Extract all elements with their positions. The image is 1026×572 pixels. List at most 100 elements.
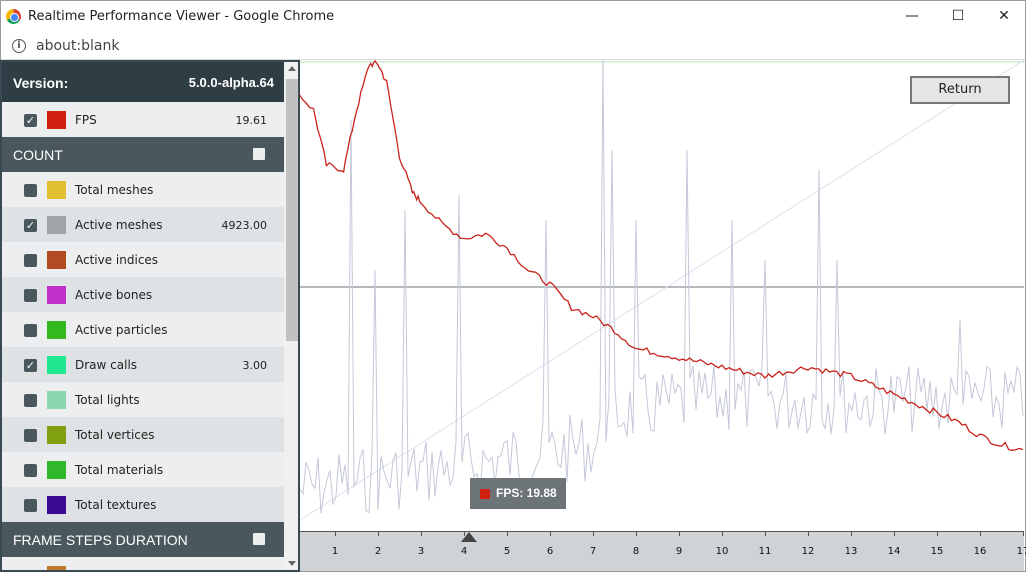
frame-steps-section-header[interactable]: FRAME STEPS DURATION (2, 522, 284, 557)
color-swatch (47, 566, 66, 570)
list-item[interactable]: Active bones (2, 277, 284, 312)
scroll-up-arrow-icon[interactable] (288, 66, 296, 71)
list-item[interactable]: Active indices (2, 242, 284, 277)
row-label: Active bones (75, 288, 153, 302)
row-value: 4923.00 (221, 219, 268, 232)
row-value: 3.00 (242, 359, 268, 372)
list-item[interactable]: ✓ Draw calls 3.00 (2, 347, 284, 382)
tick-mark (937, 532, 938, 536)
chart-svg (300, 60, 1024, 521)
fps-tooltip: FPS: 19.88 (470, 478, 566, 509)
info-icon[interactable]: i (12, 39, 26, 53)
scroll-down-arrow-icon[interactable] (288, 561, 296, 566)
tick-mark (421, 532, 422, 536)
version-label: Version: (13, 75, 69, 91)
version-header: Version: 5.0.0-alpha.64 (2, 62, 284, 102)
tick-label: 7 (589, 546, 597, 557)
tick-label: 11 (758, 546, 772, 557)
time-pointer-icon[interactable] (461, 532, 477, 542)
list-item[interactable]: Total vertices (2, 417, 284, 452)
tick-label: 8 (632, 546, 640, 557)
diagonal-guide-line (300, 60, 1024, 521)
count-section-header[interactable]: COUNT (2, 137, 284, 172)
color-swatch (47, 181, 66, 199)
row-label: Total materials (75, 463, 164, 477)
tick-mark (808, 532, 809, 536)
tick-label: 2 (374, 546, 382, 557)
tick-mark (851, 532, 852, 536)
color-swatch (47, 461, 66, 479)
tick-mark (894, 532, 895, 536)
row-checkbox[interactable] (24, 464, 37, 477)
frame-steps-section-title: FRAME STEPS DURATION (13, 532, 188, 548)
row-label: Total meshes (75, 183, 154, 197)
color-swatch (47, 286, 66, 304)
count-list: Total meshes ✓ Active meshes 4923.00 Active … (2, 172, 284, 522)
maximize-button[interactable]: ☐ (935, 1, 981, 32)
list-item[interactable]: Active particles (2, 312, 284, 347)
url-text[interactable]: about:blank (36, 38, 119, 54)
tick-label: 12 (801, 546, 815, 557)
return-button[interactable]: Return (910, 76, 1010, 104)
time-axis: 1234567891011121314151617 (300, 531, 1026, 571)
frame-steps-section-checkbox[interactable] (253, 533, 265, 545)
row-label: Active meshes (75, 218, 163, 232)
list-item[interactable]: Total textures (2, 487, 284, 522)
chrome-icon (6, 9, 21, 24)
fps-checkbox[interactable]: ✓ (24, 114, 37, 127)
minimize-button[interactable]: — (889, 1, 935, 32)
count-section-title: COUNT (13, 147, 63, 163)
tick-mark (980, 532, 981, 536)
list-item[interactable]: Total meshes (2, 172, 284, 207)
tooltip-text: FPS: 19.88 (496, 486, 557, 500)
tick-label: 17 (1016, 546, 1026, 557)
row-checkbox[interactable]: ✓ (24, 219, 37, 232)
list-item[interactable]: Total lights (2, 382, 284, 417)
tick-label: 9 (675, 546, 683, 557)
row-checkbox[interactable] (24, 184, 37, 197)
list-item (2, 557, 284, 570)
color-swatch (47, 216, 66, 234)
tick-label: 6 (546, 546, 554, 557)
tick-mark (679, 532, 680, 536)
tick-label: 13 (844, 546, 858, 557)
fps-label: FPS (75, 113, 97, 127)
row-label: Total textures (75, 498, 157, 512)
row-checkbox[interactable] (24, 324, 37, 337)
tick-mark (593, 532, 594, 536)
tick-mark (378, 532, 379, 536)
row-checkbox[interactable] (24, 254, 37, 267)
tick-label: 16 (973, 546, 987, 557)
fps-row[interactable]: ✓ FPS 19.61 (2, 102, 284, 137)
tick-label: 5 (503, 546, 511, 557)
tick-mark (765, 532, 766, 536)
scroll-thumb[interactable] (286, 79, 298, 341)
color-swatch (47, 496, 66, 514)
color-swatch (47, 356, 66, 374)
fps-color-swatch (47, 111, 66, 129)
row-checkbox[interactable]: ✓ (24, 359, 37, 372)
row-label: Active particles (75, 323, 168, 337)
list-item[interactable]: ✓ Active meshes 4923.00 (2, 207, 284, 242)
tick-label: 15 (930, 546, 944, 557)
row-checkbox[interactable] (24, 394, 37, 407)
row-checkbox[interactable] (24, 429, 37, 442)
close-button[interactable]: ✕ (981, 1, 1026, 32)
tick-label: 4 (460, 546, 468, 557)
tick-label: 14 (887, 546, 901, 557)
row-label: Active indices (75, 253, 159, 267)
tick-mark (335, 532, 336, 536)
color-swatch (47, 391, 66, 409)
address-bar[interactable]: i about:blank (1, 32, 1025, 60)
row-checkbox[interactable] (24, 289, 37, 302)
performance-chart[interactable] (300, 60, 1024, 531)
tick-mark (636, 532, 637, 536)
row-checkbox[interactable] (24, 499, 37, 512)
count-section-checkbox[interactable] (253, 148, 265, 160)
sidebar-scrollbar[interactable] (284, 62, 298, 570)
tick-label: 10 (715, 546, 729, 557)
sidebar-content: Version: 5.0.0-alpha.64 ✓ FPS 19.61 COUN… (2, 62, 284, 570)
window-title: Realtime Performance Viewer - Google Chr… (28, 9, 335, 24)
list-item[interactable]: Total materials (2, 452, 284, 487)
tick-label: 3 (417, 546, 425, 557)
